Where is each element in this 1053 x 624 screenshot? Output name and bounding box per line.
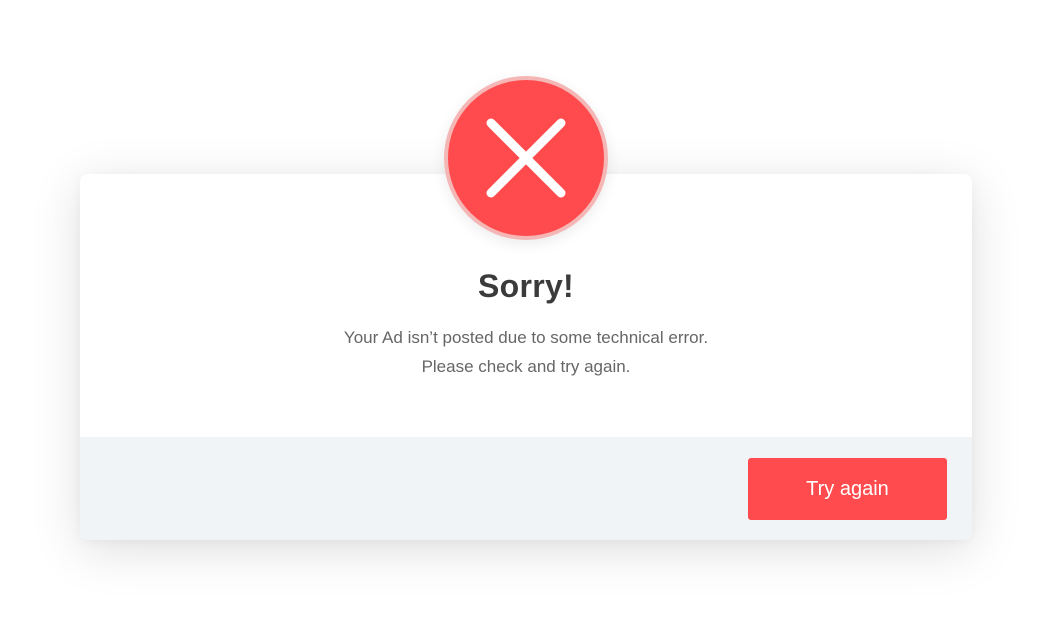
- try-again-button[interactable]: Try again: [748, 458, 947, 520]
- close-icon: [486, 118, 566, 198]
- dialog-footer: Try again: [80, 437, 972, 540]
- message-line: Your Ad isn’t posted due to some technic…: [343, 328, 709, 347]
- dialog-message: Your Ad isn’t posted due to some technic…: [80, 323, 972, 381]
- dialog-title: Sorry!: [477, 268, 575, 304]
- error-badge: [444, 76, 608, 240]
- message-line: Please check and try again.: [421, 357, 631, 376]
